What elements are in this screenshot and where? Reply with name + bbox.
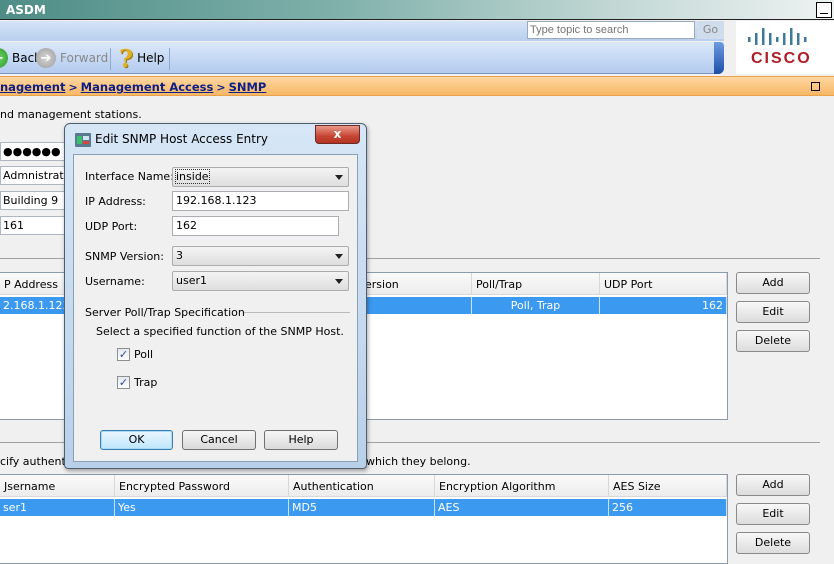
help-search-input[interactable] bbox=[527, 21, 695, 39]
interface-name-value: inside bbox=[175, 169, 210, 184]
column-header[interactable]: Encryption Algorithm bbox=[435, 475, 609, 497]
toolbar-separator bbox=[110, 48, 111, 70]
poll-trap-description: Select a specified function of the SNMP … bbox=[96, 325, 344, 338]
location-field[interactable]: Building 9 bbox=[0, 191, 66, 210]
column-header[interactable]: P Address bbox=[0, 273, 65, 295]
close-icon: x bbox=[333, 127, 342, 141]
toolbar-end-cap bbox=[714, 42, 724, 74]
trap-label: Trap bbox=[134, 376, 158, 389]
trap-checkbox[interactable]: ✓ bbox=[117, 376, 130, 389]
edit-user-button[interactable]: Edit bbox=[736, 503, 810, 525]
users-description-right: which they belong. bbox=[366, 455, 471, 468]
back-button[interactable]: ← Back bbox=[0, 42, 41, 74]
column-header[interactable]: Poll/Trap bbox=[472, 273, 600, 295]
listening-port-field[interactable]: 161 bbox=[0, 216, 66, 235]
add-user-button[interactable]: Add bbox=[736, 474, 810, 496]
poll-checkbox[interactable]: ✓ bbox=[117, 348, 130, 361]
column-header[interactable]: Jsername bbox=[0, 475, 115, 497]
snmp-version-value: 3 bbox=[176, 249, 183, 262]
column-header[interactable]: Authentication bbox=[289, 475, 435, 497]
dialog-body: Interface Name: inside IP Address: 192.1… bbox=[73, 154, 358, 462]
snmp-version-select[interactable]: 3 bbox=[172, 246, 349, 266]
forward-arrow-icon: ➔ bbox=[36, 48, 56, 68]
username-label: Username: bbox=[85, 275, 145, 288]
cisco-wordmark: cisco bbox=[751, 50, 812, 67]
maximize-panel-button[interactable] bbox=[811, 82, 820, 91]
forward-button[interactable]: ➔ Forward bbox=[36, 42, 108, 74]
poll-trap-group-title: Server Poll/Trap Specification bbox=[85, 306, 245, 319]
cell-aes-size: 256 bbox=[609, 499, 727, 516]
cisco-logo: cisco bbox=[736, 21, 834, 74]
cisco-bars-icon bbox=[748, 28, 807, 45]
cell-algorithm: AES bbox=[435, 499, 609, 516]
chevron-down-icon bbox=[335, 279, 343, 284]
checkmark-icon: ✓ bbox=[118, 348, 129, 361]
cell-encrypted: Yes bbox=[115, 499, 289, 516]
description-text: nd management stations. bbox=[0, 108, 142, 121]
breadcrumb-item[interactable]: Management Access bbox=[81, 80, 214, 94]
edit-host-button[interactable]: Edit bbox=[736, 301, 810, 323]
snmp-version-label: SNMP Version: bbox=[85, 250, 164, 263]
edit-snmp-host-dialog: Edit SNMP Host Access Entry x Interface … bbox=[64, 123, 367, 469]
window-title-bar: ASDM bbox=[0, 0, 834, 20]
column-header[interactable]: UDP Port bbox=[600, 273, 727, 295]
ip-address-input[interactable]: 192.168.1.123 bbox=[172, 191, 349, 211]
group-divider bbox=[244, 312, 350, 313]
chevron-down-icon bbox=[335, 254, 343, 259]
dialog-close-button[interactable]: x bbox=[315, 125, 360, 144]
help-button[interactable]: ? Help bbox=[119, 42, 164, 74]
community-string-field[interactable]: ●●●●●● bbox=[0, 142, 66, 161]
breadcrumb-separator: > bbox=[216, 81, 226, 94]
interface-name-select[interactable]: inside bbox=[172, 167, 349, 187]
cell-username: ser1 bbox=[0, 499, 115, 516]
delete-user-button[interactable]: Delete bbox=[736, 532, 810, 554]
table-header: Jsername Encrypted Password Authenticati… bbox=[0, 475, 727, 497]
chevron-down-icon bbox=[335, 175, 343, 180]
ok-button[interactable]: OK bbox=[100, 430, 173, 450]
username-value: user1 bbox=[176, 274, 207, 287]
help-label: Help bbox=[137, 51, 165, 65]
contact-field[interactable]: Admnistrator bbox=[0, 166, 66, 185]
help-dialog-button[interactable]: Help bbox=[264, 430, 338, 450]
breadcrumb-item-current[interactable]: SNMP bbox=[229, 80, 267, 94]
cell-ip: 2.168.1.123 bbox=[0, 297, 65, 314]
toolbar: ← Back ➔ Forward ? Help bbox=[0, 42, 724, 74]
window-title: ASDM bbox=[6, 3, 46, 17]
breadcrumb-bar: nagement > Management Access > SNMP bbox=[0, 76, 834, 96]
cell-authentication: MD5 bbox=[289, 499, 435, 516]
poll-label: Poll bbox=[134, 348, 154, 361]
column-header[interactable]: ersion bbox=[361, 273, 472, 295]
question-mark-icon: ? bbox=[119, 43, 134, 73]
interface-name-label: Interface Name: bbox=[85, 170, 174, 183]
username-select[interactable]: user1 bbox=[172, 271, 349, 291]
dialog-title: Edit SNMP Host Access Entry bbox=[95, 132, 269, 146]
breadcrumb: nagement > Management Access > SNMP bbox=[0, 80, 266, 94]
cancel-button[interactable]: Cancel bbox=[182, 430, 256, 450]
cell-poll-trap: Poll, Trap bbox=[472, 297, 600, 314]
toolbar-separator bbox=[169, 48, 170, 70]
breadcrumb-separator: > bbox=[68, 81, 78, 94]
minimize-button[interactable] bbox=[816, 2, 832, 18]
cell-udp-port: 162 bbox=[600, 297, 727, 314]
forward-label: Forward bbox=[60, 51, 109, 65]
delete-host-button[interactable]: Delete bbox=[736, 330, 810, 352]
table-row[interactable]: ser1 Yes MD5 AES 256 bbox=[0, 499, 727, 516]
checkmark-icon: ✓ bbox=[118, 376, 129, 389]
breadcrumb-item[interactable]: nagement bbox=[0, 80, 65, 94]
column-header[interactable]: Encrypted Password bbox=[115, 475, 289, 497]
udp-port-label: UDP Port: bbox=[85, 220, 138, 233]
dialog-app-icon bbox=[75, 133, 91, 147]
udp-port-input[interactable]: 162 bbox=[172, 216, 339, 236]
back-arrow-icon: ← bbox=[0, 48, 8, 68]
search-go-button[interactable]: Go bbox=[697, 21, 724, 39]
snmp-users-table: Jsername Encrypted Password Authenticati… bbox=[0, 474, 728, 564]
add-host-button[interactable]: Add bbox=[736, 272, 810, 294]
ip-address-label: IP Address: bbox=[85, 195, 146, 208]
cell-version bbox=[361, 297, 472, 314]
column-header[interactable]: AES Size bbox=[609, 475, 727, 497]
